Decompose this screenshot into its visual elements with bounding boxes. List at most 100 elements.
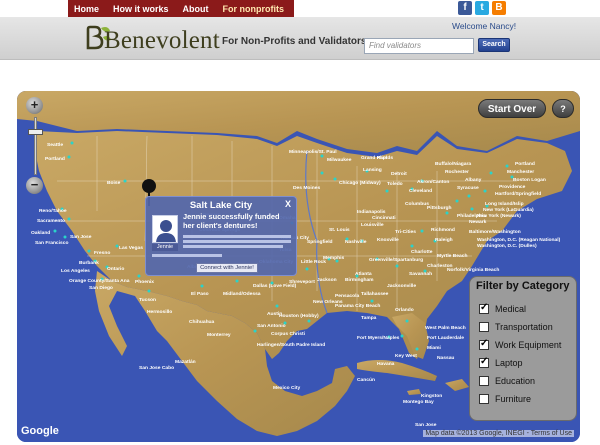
svg-text:El Paso: El Paso (191, 291, 209, 297)
logo-text: Benevolent (104, 27, 220, 54)
svg-text:Chicago (Midway): Chicago (Midway) (339, 180, 381, 186)
svg-text:New York (LaGuardia): New York (LaGuardia) (483, 207, 534, 213)
nav-for-nonprofits[interactable]: For nonprofits (223, 4, 285, 14)
svg-text:Birmingham: Birmingham (345, 277, 374, 283)
filter-item-laptop[interactable]: ✓ Laptop (479, 356, 523, 369)
svg-text:Greenville/Spartanburg: Greenville/Spartanburg (369, 257, 423, 263)
filter-item-medical[interactable]: ✓ Medical (479, 302, 526, 315)
svg-text:Monterrey: Monterrey (207, 332, 231, 338)
popup-close-button[interactable]: X (285, 199, 291, 209)
checkbox[interactable]: ✓ (479, 356, 489, 368)
checkbox[interactable] (479, 393, 489, 404)
svg-text:Miami: Miami (427, 345, 442, 351)
help-button[interactable]: ? (552, 99, 574, 118)
svg-text:Cleveland: Cleveland (409, 188, 432, 194)
svg-text:Portland: Portland (515, 161, 535, 167)
svg-text:San Jose Cabo: San Jose Cabo (139, 365, 174, 371)
avatar[interactable] (152, 215, 178, 243)
nav-how-it-works[interactable]: How it works (113, 4, 169, 14)
search-button[interactable]: Search (478, 38, 510, 52)
blogger-icon[interactable]: B (492, 1, 506, 15)
svg-text:Charlotte: Charlotte (411, 249, 433, 255)
top-nav: Home How it works About For nonprofits f… (0, 0, 600, 17)
svg-text:Rochester: Rochester (445, 169, 469, 175)
svg-text:Lansing: Lansing (363, 167, 382, 173)
google-logo[interactable]: Google (21, 425, 59, 437)
facebook-icon[interactable]: f (458, 1, 472, 15)
svg-text:Fort Myers/Naples: Fort Myers/Naples (357, 335, 400, 341)
nav-about[interactable]: About (183, 4, 209, 14)
filter-label: Education (495, 375, 536, 386)
avatar-name: Jennie (152, 244, 178, 251)
svg-text:Louisville: Louisville (361, 222, 384, 228)
svg-text:Richmond: Richmond (431, 227, 455, 233)
filter-item-education[interactable]: Education (479, 374, 535, 387)
svg-text:Los Angeles: Los Angeles (61, 268, 90, 274)
nav-home[interactable]: Home (74, 4, 99, 14)
svg-text:Springfield: Springfield (307, 239, 333, 245)
filter-label: Transportation (495, 321, 553, 332)
welcome-message[interactable]: Welcome Nancy! (452, 21, 516, 31)
svg-text:Minneapolis/St. Paul: Minneapolis/St. Paul (289, 149, 337, 155)
svg-text:Norfolk/Virginia Beach: Norfolk/Virginia Beach (447, 267, 499, 273)
zoom-slider-handle[interactable] (28, 129, 43, 135)
logo[interactable]: Benevolent (82, 25, 220, 55)
text-placeholder-line (183, 245, 283, 248)
search-input[interactable]: Find validators (364, 38, 474, 54)
svg-text:Hermosillo: Hermosillo (147, 309, 172, 315)
text-placeholder-line (183, 240, 291, 243)
svg-text:Nashville: Nashville (345, 239, 367, 245)
twitter-icon[interactable]: t (475, 1, 489, 15)
svg-text:Myrtle Beach: Myrtle Beach (437, 253, 467, 259)
zoom-slider-track[interactable] (34, 117, 37, 175)
zoom-control: + − (23, 97, 51, 207)
checkbox[interactable]: ✓ (479, 337, 489, 350)
svg-text:San Diego: San Diego (89, 285, 113, 291)
zoom-in-button[interactable]: + (26, 97, 43, 114)
start-over-button[interactable]: Start Over (478, 99, 546, 118)
filter-item-furniture[interactable]: Furniture (479, 392, 531, 405)
svg-text:Akron/Canton: Akron/Canton (417, 179, 449, 185)
filter-item-transportation[interactable]: Transportation (479, 320, 553, 333)
svg-text:St. Louis: St. Louis (329, 227, 350, 233)
check-icon: ✓ (480, 337, 489, 349)
text-placeholder-line (183, 235, 291, 238)
info-popup: Salt Lake City X Jennie Jennie successfu… (145, 196, 297, 276)
svg-text:New York (Newark): New York (Newark) (477, 213, 521, 219)
svg-text:West Palm Beach: West Palm Beach (425, 325, 466, 331)
svg-text:Tucson: Tucson (139, 297, 156, 303)
svg-text:Syracuse: Syracuse (457, 185, 479, 191)
checkbox[interactable] (479, 375, 489, 386)
svg-text:Sacramento: Sacramento (37, 218, 65, 224)
check-icon: ✓ (480, 301, 489, 313)
svg-text:Las Vegas: Las Vegas (119, 245, 143, 251)
svg-text:Boise: Boise (107, 180, 121, 186)
svg-text:Indianapolis: Indianapolis (357, 209, 386, 215)
svg-text:San Francisco: San Francisco (35, 240, 68, 246)
filter-panel: Filter by Category ✓ Medical Transportat… (469, 276, 577, 421)
filter-item-work-equipment[interactable]: ✓ Work Equipment (479, 338, 561, 351)
svg-text:Baltimore/Washington: Baltimore/Washington (469, 229, 521, 235)
zoom-out-button[interactable]: − (26, 177, 43, 194)
svg-text:Jackson: Jackson (317, 277, 337, 283)
svg-text:Mazatlán: Mazatlán (175, 359, 196, 365)
header: Benevolent For Non-Profits and Validator… (0, 17, 600, 60)
svg-text:Mexico City: Mexico City (273, 385, 300, 391)
connect-button[interactable]: Connect with Jennie! (196, 263, 258, 273)
map[interactable]: Seattle Portland Boise Reno/Tahoe Sacram… (17, 91, 580, 442)
svg-text:Fresno: Fresno (94, 250, 110, 256)
svg-text:Knoxville: Knoxville (377, 237, 399, 243)
svg-text:Orange County/Santa Ana: Orange County/Santa Ana (69, 278, 130, 284)
checkbox[interactable] (479, 321, 489, 332)
svg-text:Cincinnati: Cincinnati (372, 215, 396, 221)
svg-text:Boston Logan: Boston Logan (513, 177, 546, 183)
svg-text:Memphis: Memphis (323, 255, 344, 261)
svg-text:Jacksonville: Jacksonville (387, 283, 416, 289)
nav-bar: Home How it works About For nonprofits (68, 0, 295, 17)
svg-text:Milwaukee: Milwaukee (327, 157, 352, 163)
svg-text:Savannah: Savannah (409, 271, 432, 277)
map-attribution[interactable]: Map data ©2013 Google, INEGI - Terms of … (423, 430, 574, 437)
checkbox[interactable]: ✓ (479, 301, 489, 314)
svg-text:Columbus: Columbus (405, 201, 429, 207)
svg-text:Washington, D.C. (Reagan Natio: Washington, D.C. (Reagan National) (477, 237, 561, 243)
